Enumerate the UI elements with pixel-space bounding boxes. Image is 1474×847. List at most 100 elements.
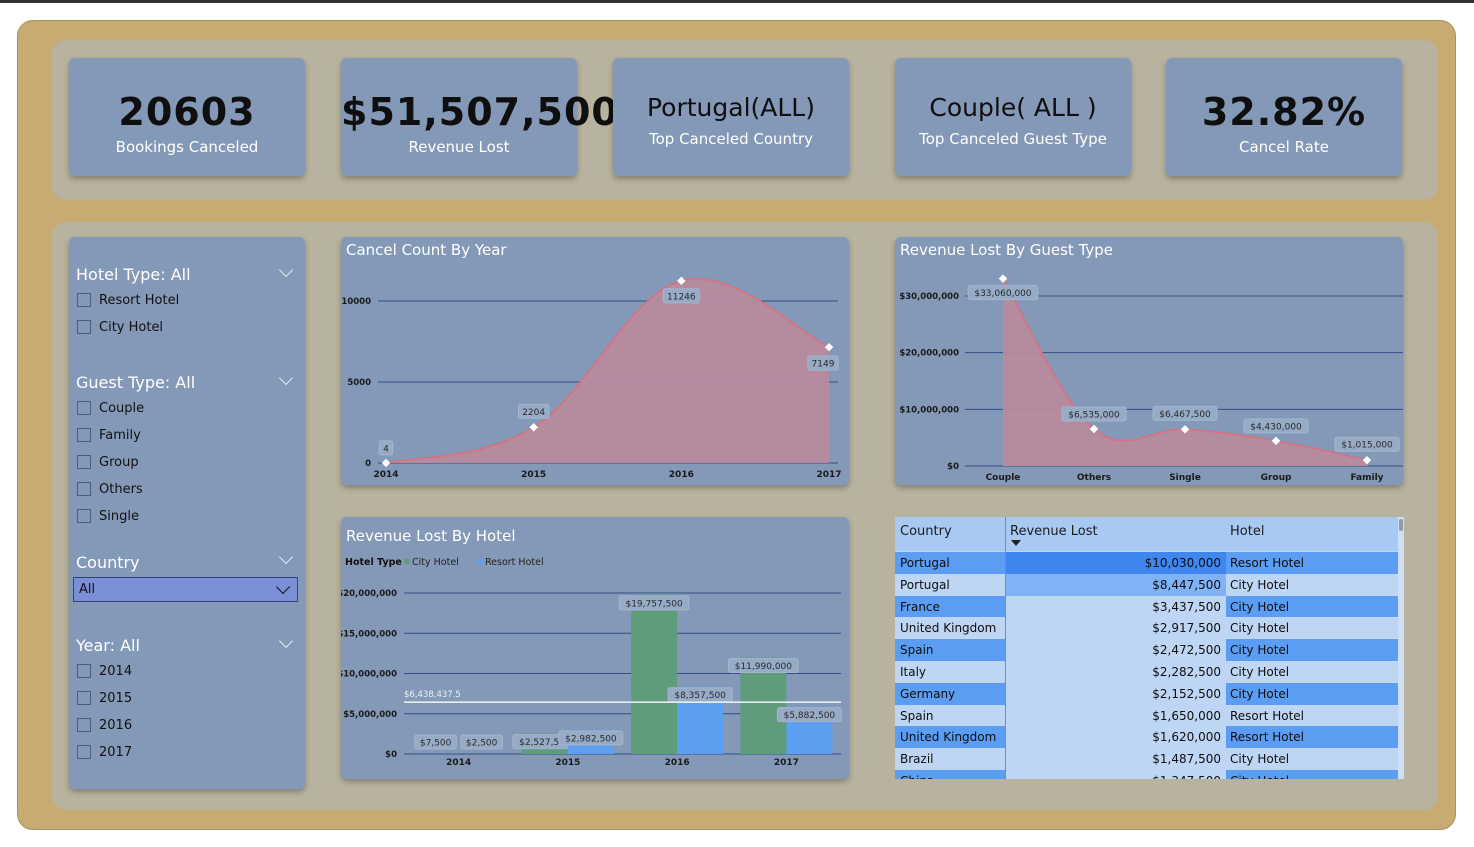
- column-header-hotel[interactable]: Hotel: [1230, 524, 1264, 539]
- x-tick-label: Others: [1077, 473, 1111, 483]
- cell-country: Portugal: [900, 556, 950, 570]
- y-tick-label: $10,000,000: [341, 670, 397, 680]
- chevron-down-icon[interactable]: [278, 633, 294, 649]
- cell-hotel: City Hotel: [1230, 686, 1290, 701]
- country-revenue-table[interactable]: Country Revenue Lost Hotel Portugal $10,0…: [895, 517, 1404, 779]
- option-label: Resort Hotel: [99, 292, 180, 308]
- checkbox[interactable]: [77, 482, 91, 496]
- y-tick-label: $20,000,000: [341, 589, 397, 599]
- checkbox[interactable]: [77, 664, 91, 678]
- slicer-option[interactable]: Group: [77, 453, 139, 471]
- cell-hotel: Resort Hotel: [1230, 730, 1305, 745]
- slicer-option[interactable]: 2015: [77, 689, 132, 707]
- x-tick-label: 2016: [669, 470, 694, 480]
- kpi-label: Cancel Rate: [1239, 138, 1329, 156]
- checkbox[interactable]: [77, 718, 91, 732]
- checkbox[interactable]: [77, 509, 91, 523]
- cell-country: United Kingdom: [900, 621, 997, 636]
- slicer-option[interactable]: Resort Hotel: [77, 291, 179, 309]
- y-tick-label: 0: [365, 459, 371, 469]
- area-fill: [1003, 278, 1367, 466]
- kpi-label: Revenue Lost: [408, 138, 510, 156]
- cell-country: Spain: [900, 643, 934, 658]
- cell-country: Spain: [900, 708, 934, 723]
- table-row[interactable]: Portugal $8,447,500 City Hotel: [895, 573, 1398, 596]
- checkbox[interactable]: [77, 401, 91, 415]
- year-slicer-title: Year: All: [76, 636, 140, 655]
- table-row[interactable]: Brazil $1,487,500 City Hotel: [895, 748, 1398, 771]
- cancel-count-by-year-chart[interactable]: Cancel Count By Year 0 5000 10000 2014 2015 2…: [341, 237, 849, 485]
- table-row[interactable]: China $1,347,500 City Hotel: [895, 770, 1398, 779]
- revenue-lost-by-hotel-chart[interactable]: Revenue Lost By Hotel Hotel Type City Hot…: [341, 517, 849, 779]
- cell-hotel: Resort Hotel: [1230, 556, 1305, 570]
- country-slicer-title: Country: [76, 553, 140, 572]
- table-row[interactable]: Spain $1,650,000 Resort Hotel: [895, 704, 1398, 727]
- slicer-option[interactable]: 2017: [77, 743, 132, 761]
- table-scrollbar[interactable]: [1398, 517, 1404, 779]
- table-row[interactable]: United Kingdom $2,917,500 City Hotel: [895, 617, 1398, 640]
- kpi-revenue-lost: $51,507,500 Revenue Lost: [341, 58, 618, 176]
- bar-label: $2,982,500: [565, 734, 617, 744]
- table-row[interactable]: Germany $2,152,500 City Hotel: [895, 682, 1398, 705]
- cell-hotel: City Hotel: [1230, 774, 1289, 779]
- kpi-value: 20603: [118, 90, 256, 134]
- slicer-option[interactable]: Single: [77, 507, 139, 525]
- option-label: Group: [99, 454, 139, 470]
- table-row[interactable]: United Kingdom $1,620,000 Resort Hotel: [895, 726, 1398, 749]
- cell-revenue-lost: $2,917,500: [1152, 621, 1221, 636]
- hotel-type-slicer-title: Hotel Type: All: [76, 265, 191, 284]
- table-row[interactable]: Portugal $10,030,000 Resort Hotel: [895, 552, 1398, 574]
- cell-hotel: City Hotel: [1230, 599, 1290, 614]
- column-header-country[interactable]: Country: [900, 524, 952, 539]
- legend-title: Hotel Type: [345, 557, 402, 568]
- country-dropdown[interactable]: All: [73, 577, 298, 602]
- scrollbar-thumb[interactable]: [1399, 519, 1403, 531]
- checkbox[interactable]: [77, 455, 91, 469]
- checkbox[interactable]: [77, 293, 91, 307]
- cell-country: Italy: [900, 665, 927, 679]
- top-border: [0, 0, 1474, 3]
- y-tick-label: $30,000,000: [899, 292, 959, 302]
- bar: [631, 594, 678, 754]
- x-tick-label: 2016: [665, 758, 690, 768]
- kpi-top-canceled-country: Portugal(ALL) Top Canceled Country: [613, 58, 849, 176]
- data-label: $4,430,000: [1250, 422, 1302, 432]
- checkbox[interactable]: [77, 691, 91, 705]
- cell-revenue-lost: $8,447,500: [1152, 577, 1221, 592]
- table-row[interactable]: Italy $2,282,500 City Hotel: [895, 661, 1398, 683]
- chevron-down-icon[interactable]: [278, 370, 294, 386]
- cell-country: Brazil: [900, 752, 934, 767]
- bar-label: $7,500: [420, 739, 452, 749]
- checkbox[interactable]: [77, 745, 91, 759]
- x-tick-label: Single: [1169, 473, 1201, 483]
- y-tick-label: 10000: [341, 297, 371, 307]
- option-label: Single: [99, 508, 139, 524]
- checkbox[interactable]: [77, 428, 91, 442]
- chevron-down-icon[interactable]: [278, 262, 294, 278]
- slicer-option[interactable]: City Hotel: [77, 318, 163, 336]
- revenue-lost-by-guest-type-chart[interactable]: Revenue Lost By Guest Type $0 $10,000,000…: [895, 237, 1403, 485]
- slicer-option[interactable]: 2016: [77, 716, 132, 734]
- chevron-down-icon[interactable]: [278, 549, 294, 565]
- checkbox[interactable]: [77, 320, 91, 334]
- table-row[interactable]: France $3,437,500 City Hotel: [895, 595, 1398, 618]
- bar-label: $2,500: [466, 739, 498, 749]
- y-tick-label: $10,000,000: [899, 405, 959, 415]
- slicer-option[interactable]: 2014: [77, 662, 132, 680]
- slicer-option[interactable]: Family: [77, 426, 141, 444]
- kpi-label: Bookings Canceled: [115, 138, 259, 156]
- y-tick-label: $0: [947, 462, 959, 472]
- cell-revenue-lost: $10,030,000: [1144, 556, 1221, 570]
- legend-label: City Hotel: [412, 557, 459, 568]
- cell-hotel: City Hotel: [1230, 752, 1290, 767]
- data-label: $33,060,000: [974, 289, 1032, 299]
- cell-revenue-lost: $3,437,500: [1152, 599, 1221, 614]
- y-tick-label: 5000: [347, 378, 371, 388]
- cell-revenue-lost: $1,487,500: [1152, 752, 1221, 767]
- slicer-option[interactable]: Couple: [77, 399, 144, 417]
- slicer-option[interactable]: Others: [77, 480, 143, 498]
- column-header-revenue-lost[interactable]: Revenue Lost: [1010, 524, 1098, 539]
- kpi-top-canceled-guest-type: Couple( ALL ) Top Canceled Guest Type: [895, 58, 1131, 176]
- table-row[interactable]: Spain $2,472,500 City Hotel: [895, 639, 1398, 662]
- bar-label: $19,757,500: [625, 599, 683, 609]
